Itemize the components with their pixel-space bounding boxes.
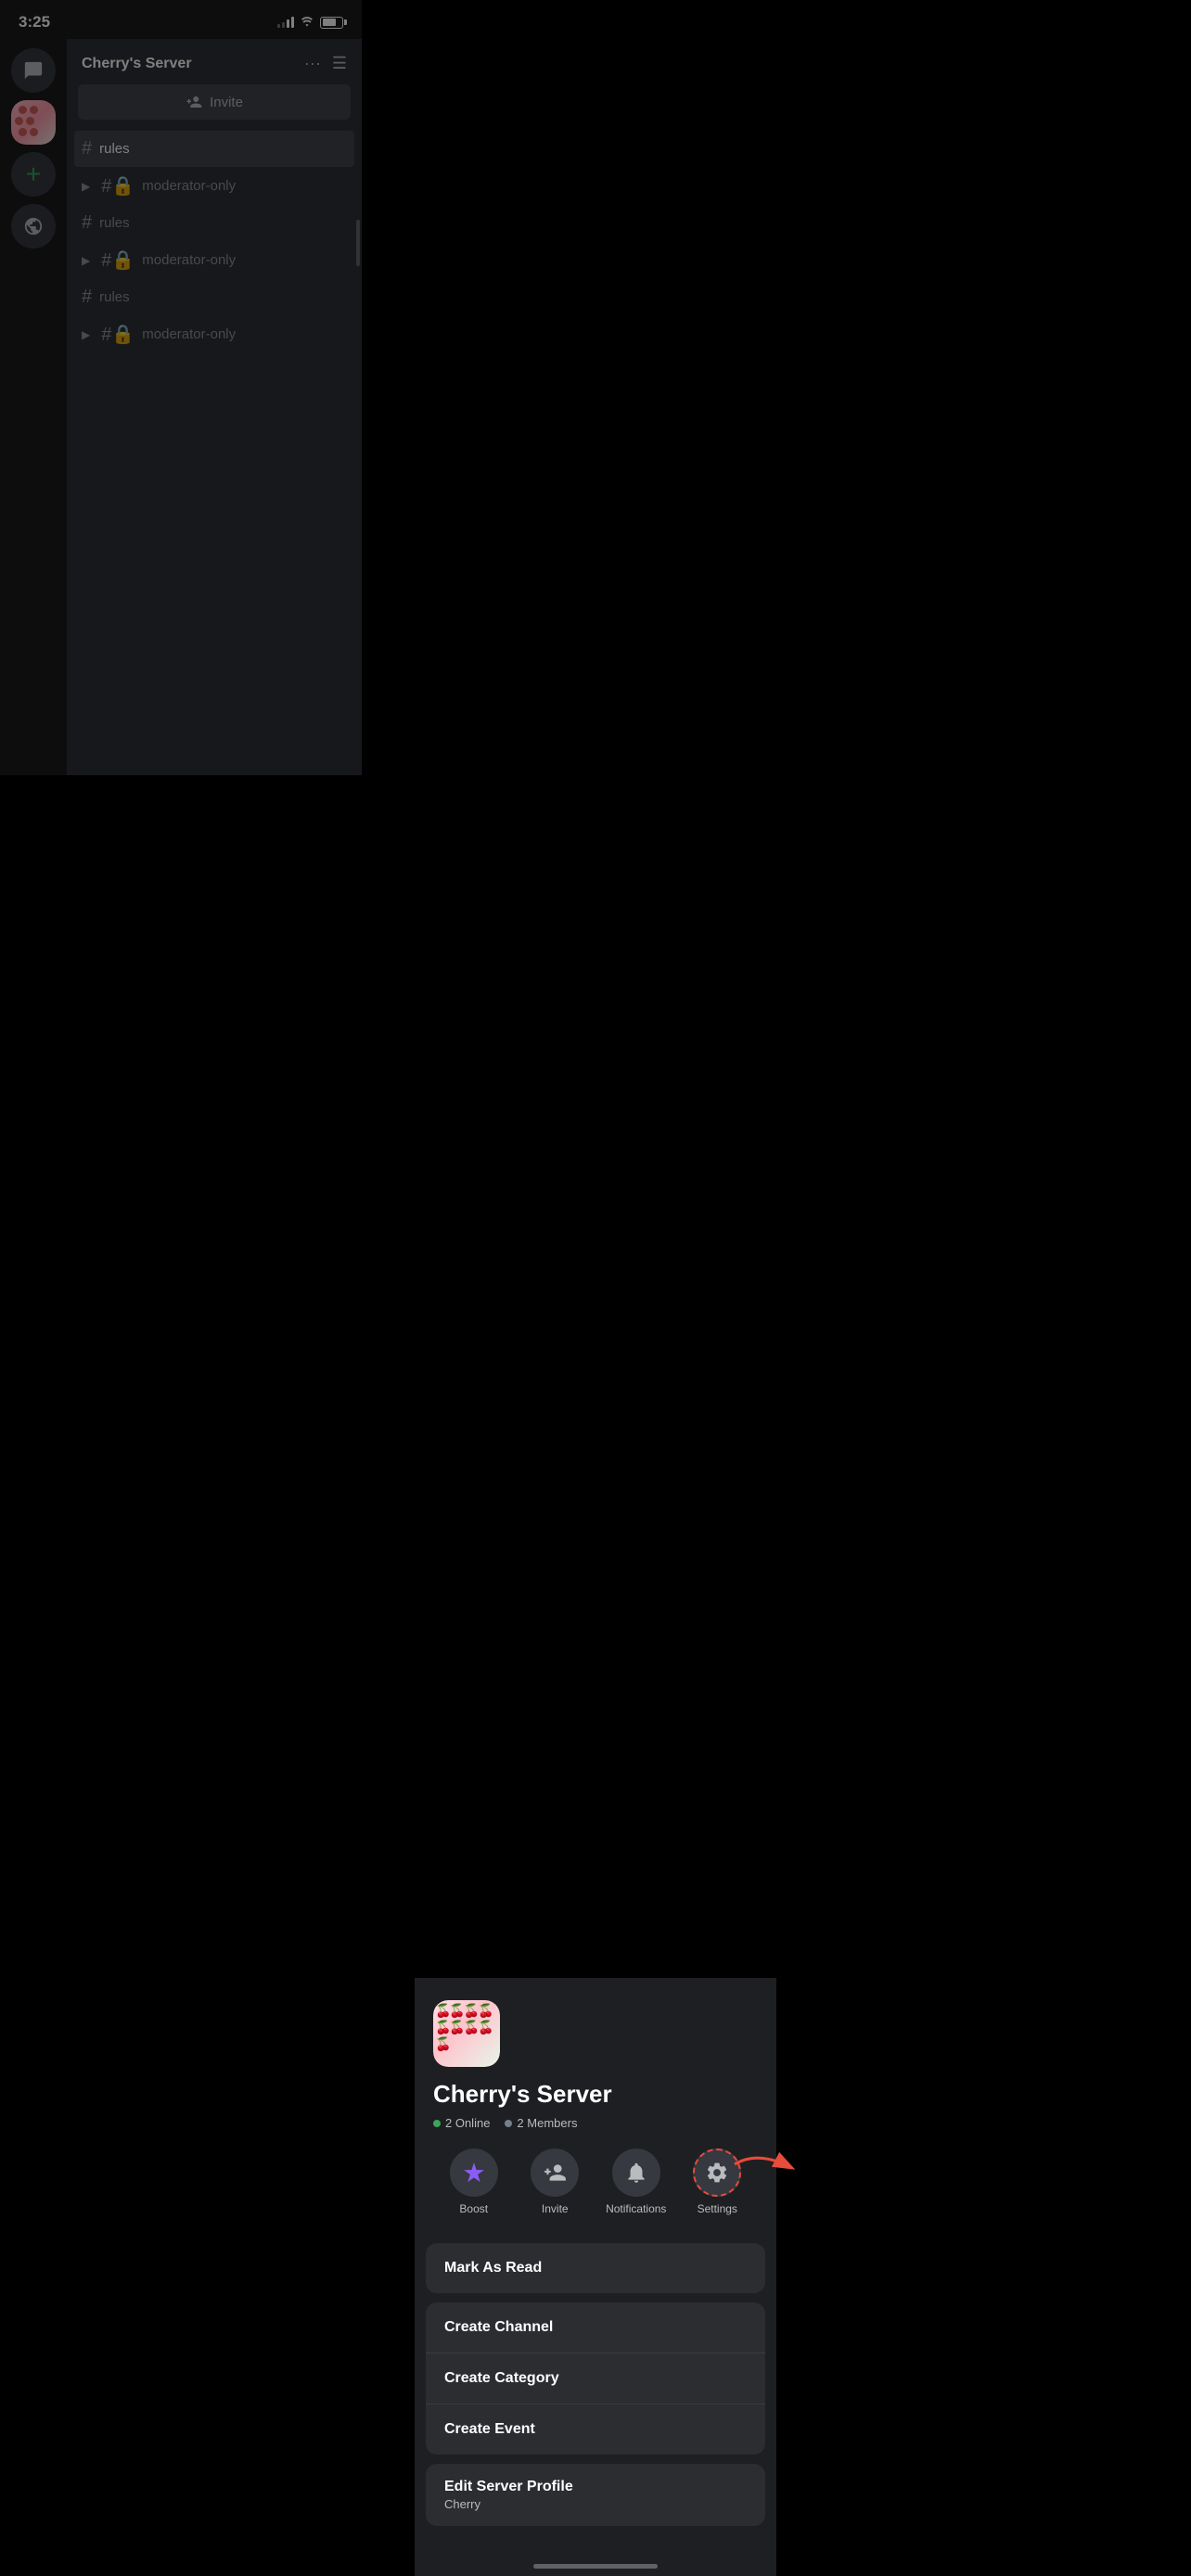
boost-icon	[462, 2161, 486, 2185]
create-category-item[interactable]: Create Category	[426, 2353, 765, 2404]
notifications-button[interactable]: Notifications	[596, 2149, 677, 2215]
invite-action-label: Invite	[542, 2202, 569, 2215]
boost-icon-wrap	[450, 2149, 498, 2197]
members-dot	[505, 2120, 512, 2127]
server-avatar-image	[433, 2000, 500, 2067]
create-event-label: Create Event	[444, 2421, 535, 2437]
invite-action-icon	[543, 2161, 567, 2185]
online-count: 2 Online	[433, 2116, 490, 2130]
bell-icon	[624, 2161, 648, 2185]
create-event-item[interactable]: Create Event	[426, 2404, 765, 2455]
notifications-icon-wrap	[612, 2149, 660, 2197]
server-avatar-large	[433, 2000, 500, 2067]
edit-profile-label: Edit Server Profile	[444, 2479, 747, 2495]
invite-icon-wrap	[531, 2149, 579, 2197]
online-dot	[433, 2120, 441, 2127]
gear-icon	[705, 2161, 729, 2185]
home-bar	[533, 2564, 658, 2569]
home-indicator	[415, 2544, 776, 2576]
mark-as-read-section: Mark As Read	[426, 2243, 765, 2293]
action-row: Boost Invite Notifications	[433, 2149, 758, 2219]
settings-label: Settings	[698, 2202, 737, 2215]
boost-button[interactable]: Boost	[433, 2149, 515, 2215]
bottom-sheet: Cherry's Server 2 Online 2 Members Boost	[415, 1978, 776, 2576]
settings-button[interactable]: Settings	[677, 2149, 759, 2215]
server-stats: 2 Online 2 Members	[433, 2116, 758, 2130]
mark-as-read-item[interactable]: Mark As Read	[426, 2243, 765, 2293]
notifications-label: Notifications	[606, 2202, 666, 2215]
server-name-large: Cherry's Server	[433, 2080, 758, 2109]
invite-action-button[interactable]: Invite	[515, 2149, 596, 2215]
create-channel-item[interactable]: Create Channel	[426, 2302, 765, 2353]
create-channel-label: Create Channel	[444, 2319, 553, 2335]
edit-profile-item[interactable]: Edit Server Profile Cherry	[426, 2464, 765, 2526]
server-info-section: Cherry's Server 2 Online 2 Members Boost	[415, 1978, 776, 2234]
edit-profile-section: Edit Server Profile Cherry	[426, 2464, 765, 2526]
create-items-section: Create Channel Create Category Create Ev…	[426, 2302, 765, 2455]
settings-icon-wrap	[693, 2149, 741, 2197]
edit-profile-sub: Cherry	[444, 2497, 747, 2511]
create-category-label: Create Category	[444, 2370, 559, 2386]
members-count: 2 Members	[505, 2116, 577, 2130]
boost-label: Boost	[459, 2202, 488, 2215]
mark-as-read-label: Mark As Read	[444, 2260, 542, 2276]
